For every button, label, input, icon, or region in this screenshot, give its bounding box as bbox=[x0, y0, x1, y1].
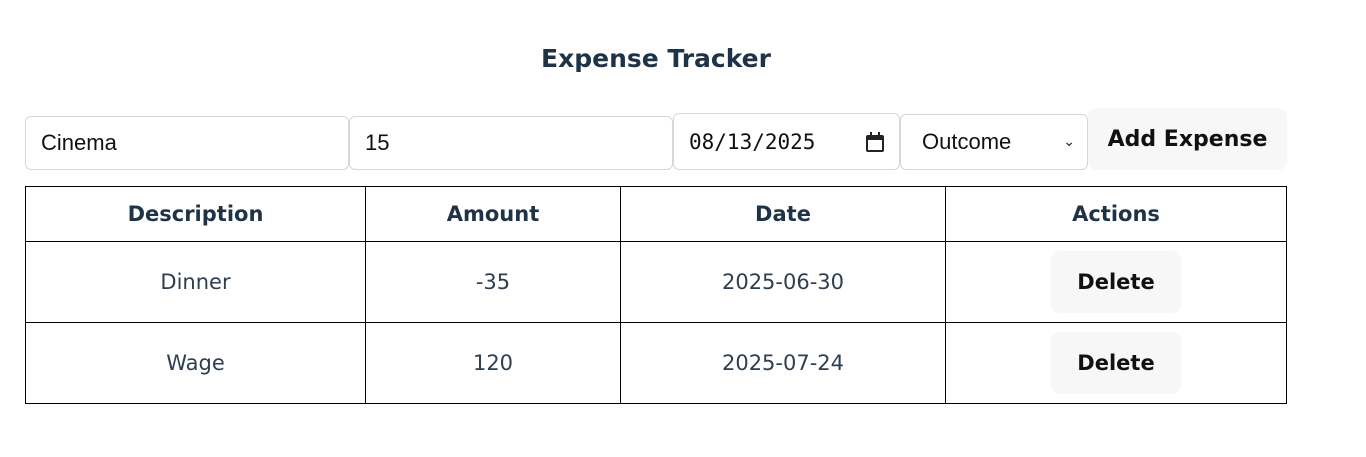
cell-description: Dinner bbox=[25, 241, 366, 323]
amount-input-value: 15 bbox=[365, 130, 390, 155]
date-input[interactable]: 08/13/2025 bbox=[673, 113, 900, 170]
column-header-description: Description bbox=[25, 186, 366, 242]
date-input-value: 08/13/2025 bbox=[689, 129, 816, 154]
description-input[interactable]: Cinema bbox=[25, 116, 349, 170]
cell-actions: Delete bbox=[945, 241, 1287, 323]
chevron-down-icon: ⌄ bbox=[1063, 134, 1075, 150]
description-input-value: Cinema bbox=[41, 130, 117, 155]
table-header-row: Description Amount Date Actions bbox=[25, 186, 1287, 242]
type-select-value: Outcome bbox=[922, 129, 1012, 154]
calendar-icon[interactable] bbox=[866, 131, 884, 152]
delete-button[interactable]: Delete bbox=[1051, 332, 1181, 394]
cell-description: Wage bbox=[25, 322, 366, 404]
column-header-date: Date bbox=[620, 186, 946, 242]
table-row: Wage 120 2025-07-24 Delete bbox=[25, 322, 1287, 404]
cell-amount: -35 bbox=[365, 241, 621, 323]
delete-button[interactable]: Delete bbox=[1051, 251, 1181, 313]
column-header-amount: Amount bbox=[365, 186, 621, 242]
cell-date: 2025-06-30 bbox=[620, 241, 946, 323]
expense-table: Description Amount Date Actions Dinner -… bbox=[25, 186, 1287, 404]
amount-input[interactable]: 15 bbox=[349, 116, 673, 170]
cell-date: 2025-07-24 bbox=[620, 322, 946, 404]
table-row: Dinner -35 2025-06-30 Delete bbox=[25, 241, 1287, 323]
type-select[interactable]: Outcome ⌄ bbox=[900, 114, 1088, 170]
add-expense-button[interactable]: Add Expense bbox=[1088, 108, 1287, 170]
page-title: Expense Tracker bbox=[541, 44, 771, 73]
cell-actions: Delete bbox=[945, 322, 1287, 404]
cell-amount: 120 bbox=[365, 322, 621, 404]
column-header-actions: Actions bbox=[945, 186, 1287, 242]
